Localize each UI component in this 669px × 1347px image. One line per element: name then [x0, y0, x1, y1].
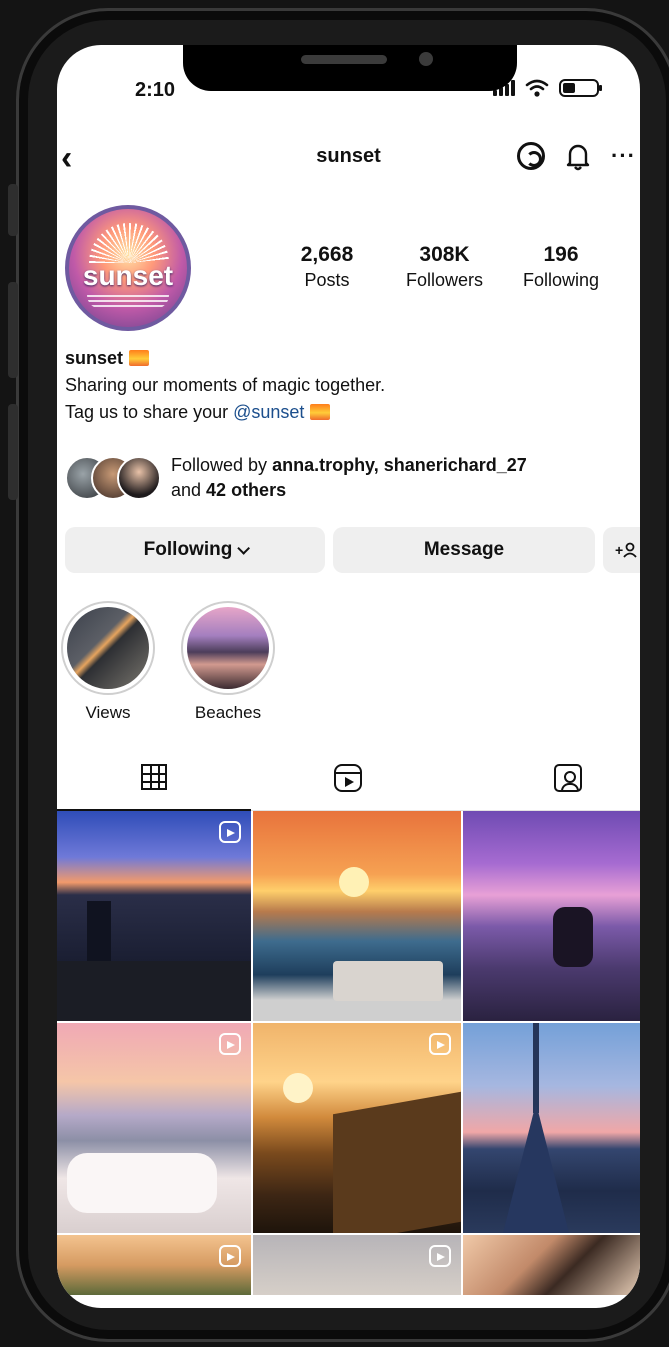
bed-shape — [67, 1153, 217, 1213]
avatar-logo-text: sunset — [82, 260, 174, 291]
story-highlights: Views Beaches — [61, 601, 275, 723]
post-thumbnail[interactable] — [463, 1235, 640, 1295]
reel-badge-icon — [219, 821, 241, 843]
reflection-lines — [87, 295, 169, 309]
sun-shape — [283, 1073, 313, 1103]
reel-badge-icon — [219, 1033, 241, 1055]
header-actions: ··· — [517, 141, 636, 171]
chevron-down-icon — [237, 541, 251, 555]
followed-by[interactable]: Followed by anna.trophy, shanerichard_27… — [65, 453, 527, 503]
avatar — [117, 456, 161, 500]
post-thumbnail[interactable] — [463, 1023, 640, 1233]
screen: 2:10 ‹ sunset ··· sunset 2,668 Posts 308… — [57, 45, 640, 1308]
mute-switch — [8, 184, 18, 236]
message-button[interactable]: Message — [333, 527, 595, 573]
post-thumbnail[interactable] — [253, 1235, 461, 1295]
tab-reels[interactable] — [251, 745, 445, 811]
content-tabs — [57, 745, 640, 811]
tower-shape — [503, 1103, 569, 1233]
stat-value: 308K — [419, 243, 470, 266]
wifi-icon — [525, 79, 549, 97]
notch — [183, 45, 517, 91]
bio-mention-link[interactable]: @sunset — [233, 402, 304, 422]
sunrise-emoji-icon — [129, 350, 150, 366]
followed-by-text: Followed by anna.trophy, shanerichard_27… — [171, 453, 527, 503]
avatar[interactable]: sunset — [65, 205, 191, 331]
highlight-label: Beaches — [194, 703, 262, 722]
profile-stats: 2,668 Posts 308K Followers 196 Following — [272, 243, 640, 291]
stat-value: 2,668 — [300, 243, 354, 266]
add-user-icon — [623, 542, 637, 558]
threads-icon[interactable] — [517, 142, 546, 170]
followed-by-others: 42 others — [206, 480, 287, 500]
stat-label: Followers — [405, 270, 484, 290]
stat-followers[interactable]: 308K Followers — [382, 243, 507, 291]
volume-down-button — [8, 404, 18, 500]
status-time: 2:10 — [135, 79, 176, 101]
highlight-views[interactable]: Views — [61, 601, 155, 723]
post-thumbnail[interactable] — [57, 811, 251, 1021]
highlight-beaches[interactable]: Beaches — [181, 601, 275, 723]
post-thumbnail[interactable] — [253, 1023, 461, 1233]
followed-by-prefix: Followed by — [171, 455, 273, 475]
speaker-grille — [301, 55, 387, 64]
battery-icon — [559, 79, 602, 97]
reel-badge-icon — [429, 1033, 451, 1055]
profile-name: sunset — [65, 348, 124, 368]
train-shape — [333, 1091, 461, 1233]
stat-value: 196 — [543, 243, 579, 266]
spire-shape — [533, 1023, 539, 1113]
post-thumbnail[interactable] — [57, 1023, 251, 1233]
add-user-label: + — [615, 542, 624, 558]
tab-posts-grid[interactable] — [57, 745, 251, 811]
profile-actions: Following Message + — [65, 527, 640, 573]
more-options-icon[interactable]: ··· — [611, 143, 636, 169]
post-thumbnail[interactable] — [253, 811, 461, 1021]
profile-bio: sunset Sharing our moments of magic toge… — [65, 345, 385, 426]
following-button[interactable]: Following — [65, 527, 325, 573]
bell-icon[interactable] — [565, 141, 591, 171]
stat-label: Posts — [304, 270, 350, 290]
rooftop-silhouette — [57, 961, 251, 1021]
post-thumbnail[interactable] — [57, 1235, 251, 1295]
followed-by-and: and — [171, 480, 207, 500]
bio-line: Sharing our moments of magic together. — [65, 375, 386, 395]
highlight-label: Views — [85, 703, 131, 722]
followed-by-users: anna.trophy, shanerichard_27 — [272, 455, 527, 475]
highlight-ring — [61, 601, 155, 695]
stat-following[interactable]: 196 Following — [507, 243, 615, 291]
reel-badge-icon — [219, 1245, 241, 1267]
lounger-shape — [333, 961, 443, 1001]
front-camera — [419, 52, 433, 66]
following-button-label: Following — [143, 539, 233, 560]
follower-avatars — [65, 456, 161, 500]
highlight-thumbnail — [187, 607, 269, 689]
grid-icon — [141, 764, 167, 790]
profile-header: ‹ sunset ··· — [57, 141, 640, 181]
sunrise-emoji-icon — [310, 404, 331, 420]
reel-badge-icon — [429, 1245, 451, 1267]
posts-grid — [57, 811, 640, 1295]
bio-line: Tag us to share your — [65, 402, 234, 422]
message-button-label: Message — [423, 539, 505, 560]
sun-rays-icon — [89, 223, 169, 263]
highlight-thumbnail — [67, 607, 149, 689]
stat-label: Following — [522, 270, 600, 290]
highlight-ring — [181, 601, 275, 695]
tab-tagged[interactable] — [471, 745, 640, 811]
tagged-icon — [554, 764, 582, 792]
stat-posts[interactable]: 2,668 Posts — [272, 243, 382, 291]
reels-icon — [334, 764, 362, 792]
volume-up-button — [8, 282, 18, 378]
add-user-button[interactable]: + — [603, 527, 640, 573]
sun-shape — [339, 867, 369, 897]
post-thumbnail[interactable] — [463, 811, 640, 1021]
rider-silhouette — [553, 907, 593, 967]
